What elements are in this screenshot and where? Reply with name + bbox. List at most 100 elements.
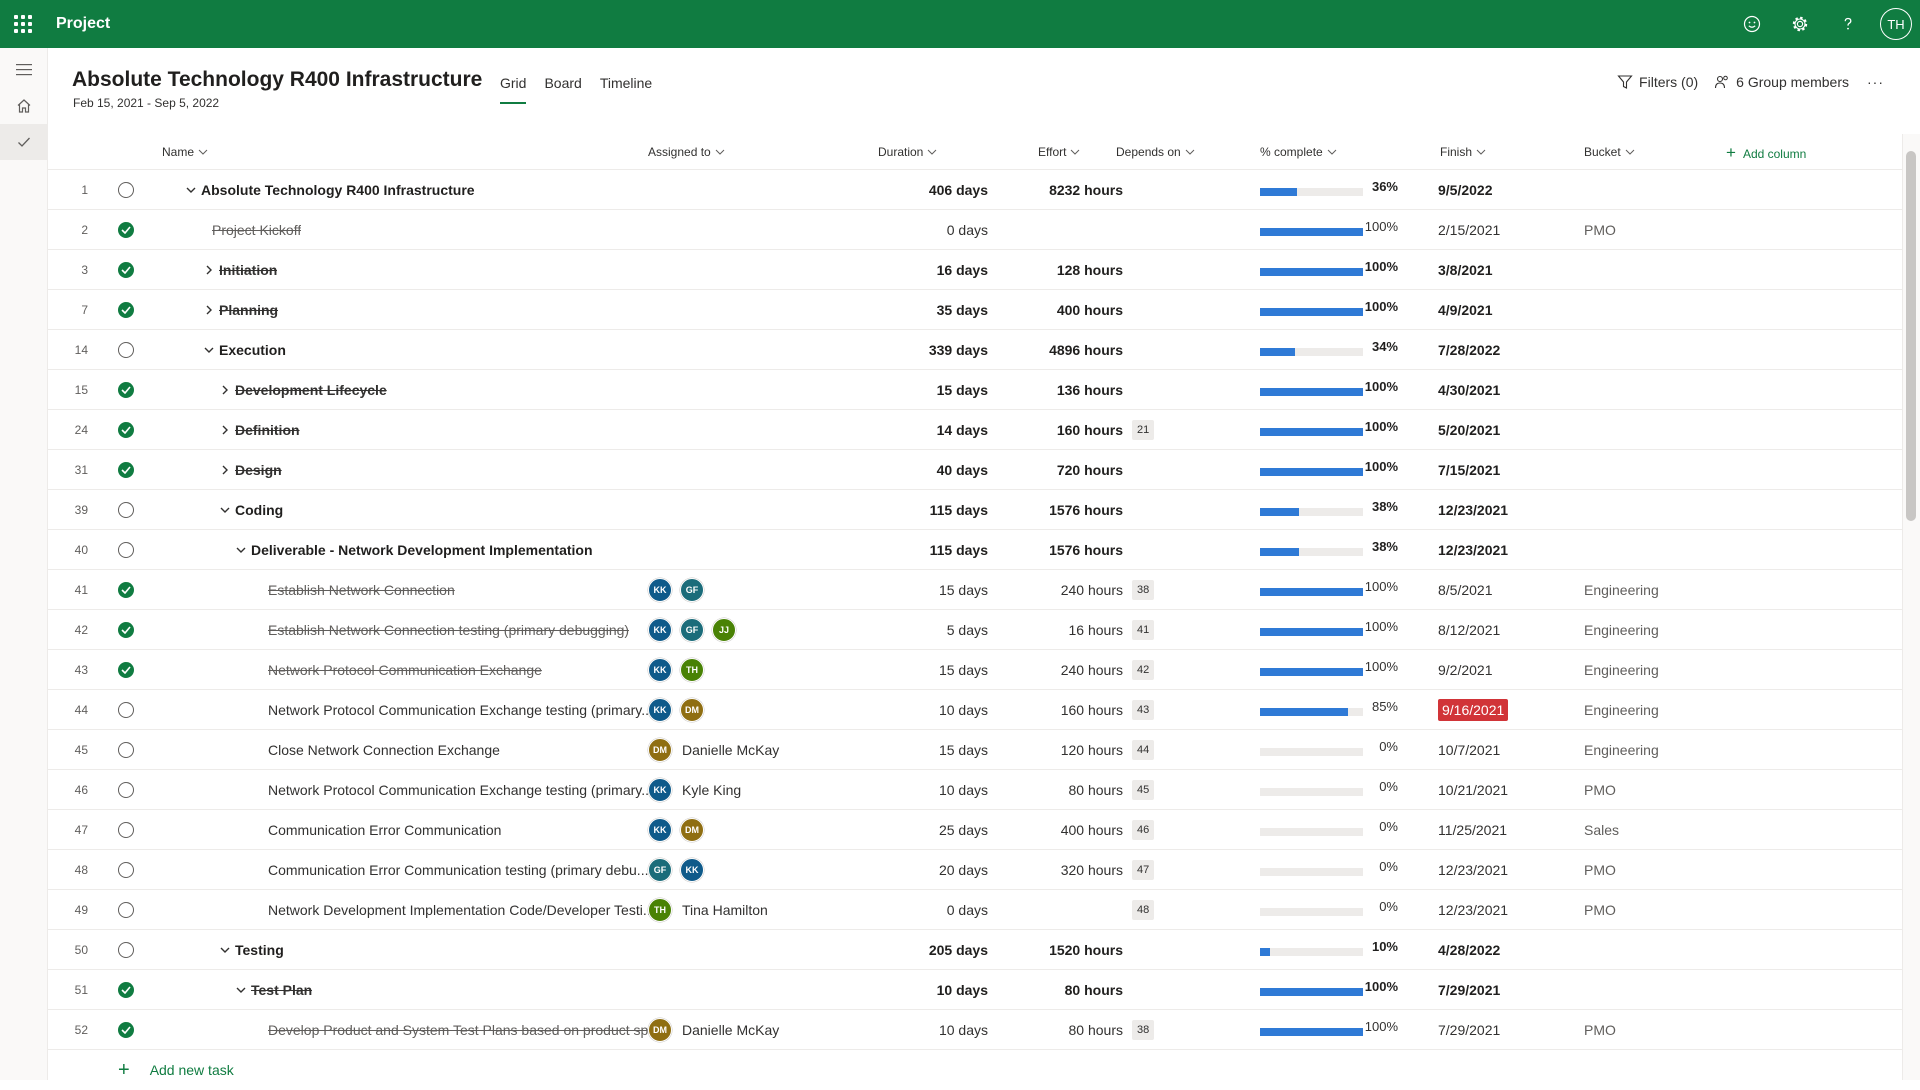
task-row[interactable]: 24 Definition 14 days 160 hours 21 100% 5/20/2… <box>48 410 1902 450</box>
assignee-avatar[interactable]: KK <box>648 778 672 802</box>
task-row[interactable]: 48 Communication Error Communication test… <box>48 850 1902 890</box>
chevron-right-icon[interactable] <box>218 385 232 395</box>
chevron-down-icon[interactable] <box>218 507 232 513</box>
tab-timeline[interactable]: Timeline <box>591 74 661 104</box>
duration-cell[interactable]: 16 days <box>868 250 988 290</box>
completed-check-icon[interactable] <box>116 650 136 690</box>
effort-cell[interactable]: 1576 hours <box>1008 490 1123 530</box>
depends-cell[interactable] <box>1118 370 1178 410</box>
tab-grid[interactable]: Grid <box>491 74 535 104</box>
chevron-down-icon[interactable] <box>234 987 248 993</box>
task-row[interactable]: 43 Network Protocol Communication Exchang… <box>48 650 1902 690</box>
task-name-cell[interactable]: Develop Product and System Test Plans ba… <box>268 1010 698 1050</box>
finish-cell[interactable]: 9/16/2021 <box>1438 690 1578 730</box>
bucket-cell[interactable]: Engineering <box>1584 730 1724 770</box>
task-name-cell[interactable]: Close Network Connection Exchange <box>268 730 698 770</box>
assignee-avatar[interactable]: JJ <box>712 618 736 642</box>
task-name-cell[interactable]: Project Kickoff <box>212 210 698 250</box>
task-name-cell[interactable]: Testing <box>218 930 698 970</box>
depends-cell[interactable]: 47 <box>1118 850 1178 890</box>
assigned-cell[interactable] <box>648 450 868 490</box>
depends-cell[interactable]: 46 <box>1118 810 1178 850</box>
column-header-bucket[interactable]: Bucket <box>1584 145 1635 159</box>
effort-cell[interactable]: 400 hours <box>1008 290 1123 330</box>
assigned-cell[interactable]: DM Danielle McKay <box>648 730 868 770</box>
duration-cell[interactable]: 35 days <box>868 290 988 330</box>
bucket-cell[interactable]: PMO <box>1584 1010 1724 1050</box>
bucket-cell[interactable] <box>1584 330 1724 370</box>
depends-cell[interactable] <box>1118 530 1178 570</box>
assigned-cell[interactable]: KK Kyle King <box>648 770 868 810</box>
complete-toggle-circle[interactable] <box>116 890 136 930</box>
duration-cell[interactable]: 10 days <box>868 690 988 730</box>
depends-cell[interactable]: 45 <box>1118 770 1178 810</box>
settings-gear-icon[interactable] <box>1776 0 1824 48</box>
effort-cell[interactable]: 320 hours <box>1008 850 1123 890</box>
effort-cell[interactable]: 16 hours <box>1008 610 1123 650</box>
duration-cell[interactable]: 15 days <box>868 570 988 610</box>
task-row[interactable]: 49 Network Development Implementation Cod… <box>48 890 1902 930</box>
task-row[interactable]: 2 Project Kickoff 0 days 100% 2/15/2021 PMO <box>48 210 1902 250</box>
completed-check-icon[interactable] <box>116 610 136 650</box>
bucket-cell[interactable]: PMO <box>1584 850 1724 890</box>
task-name-cell[interactable]: Network Protocol Communication Exchange … <box>268 690 698 730</box>
help-icon[interactable] <box>1824 0 1872 48</box>
depends-cell[interactable] <box>1118 930 1178 970</box>
finish-cell[interactable]: 4/30/2021 <box>1438 370 1578 410</box>
depends-cell[interactable] <box>1118 250 1178 290</box>
task-name-cell[interactable]: Coding <box>218 490 698 530</box>
assignee-avatar[interactable]: KK <box>648 618 672 642</box>
effort-cell[interactable]: 80 hours <box>1008 970 1123 1010</box>
task-row[interactable]: 1 Absolute Technology R400 Infrastructure… <box>48 170 1902 210</box>
finish-cell[interactable]: 12/23/2021 <box>1438 530 1578 570</box>
effort-cell[interactable]: 240 hours <box>1008 570 1123 610</box>
task-name-cell[interactable]: Test Plan <box>234 970 698 1010</box>
assigned-cell[interactable] <box>648 250 868 290</box>
depends-cell[interactable] <box>1118 970 1178 1010</box>
bucket-cell[interactable]: PMO <box>1584 770 1724 810</box>
app-launcher-icon[interactable] <box>0 0 46 48</box>
duration-cell[interactable]: 406 days <box>868 170 988 210</box>
task-name-cell[interactable]: Absolute Technology R400 Infrastructure <box>184 170 698 210</box>
assigned-cell[interactable]: TH Tina Hamilton <box>648 890 868 930</box>
task-row[interactable]: 46 Network Protocol Communication Exchang… <box>48 770 1902 810</box>
bucket-cell[interactable]: PMO <box>1584 890 1724 930</box>
task-row[interactable]: 3 Initiation 16 days 128 hours 100% 3/8/2021 <box>48 250 1902 290</box>
assigned-cell[interactable]: KK DM <box>648 690 868 730</box>
complete-toggle-circle[interactable] <box>116 490 136 530</box>
scrollbar-thumb[interactable] <box>1906 151 1916 521</box>
finish-cell[interactable]: 10/21/2021 <box>1438 770 1578 810</box>
effort-cell[interactable]: 8232 hours <box>1008 170 1123 210</box>
task-row[interactable]: 47 Communication Error Communication KK DM 2… <box>48 810 1902 850</box>
finish-cell[interactable]: 9/2/2021 <box>1438 650 1578 690</box>
assigned-cell[interactable] <box>648 530 868 570</box>
duration-cell[interactable]: 115 days <box>868 530 988 570</box>
effort-cell[interactable] <box>1008 890 1123 930</box>
column-header-name[interactable]: Name <box>162 145 208 159</box>
add-column-button[interactable]: + Add column <box>1726 143 1806 163</box>
completed-check-icon[interactable] <box>116 410 136 450</box>
effort-cell[interactable]: 128 hours <box>1008 250 1123 290</box>
completed-check-icon[interactable] <box>116 290 136 330</box>
bucket-cell[interactable]: PMO <box>1584 210 1724 250</box>
column-header-assigned[interactable]: Assigned to <box>648 145 725 159</box>
column-header-depends[interactable]: Depends on <box>1116 145 1195 159</box>
bucket-cell[interactable] <box>1584 290 1724 330</box>
chevron-right-icon[interactable] <box>202 265 216 275</box>
chevron-down-icon[interactable] <box>218 947 232 953</box>
complete-toggle-circle[interactable] <box>116 330 136 370</box>
assigned-cell[interactable] <box>648 490 868 530</box>
task-name-cell[interactable]: Communication Error Communication testin… <box>268 850 698 890</box>
assigned-cell[interactable]: KK TH <box>648 650 868 690</box>
column-header-duration[interactable]: Duration <box>878 145 937 159</box>
bucket-cell[interactable] <box>1584 530 1724 570</box>
bucket-cell[interactable]: Sales <box>1584 810 1724 850</box>
duration-cell[interactable]: 339 days <box>868 330 988 370</box>
effort-cell[interactable]: 720 hours <box>1008 450 1123 490</box>
assigned-cell[interactable] <box>648 410 868 450</box>
task-row[interactable]: 15 Development Lifecycle 15 days 136 hours 1… <box>48 370 1902 410</box>
task-name-cell[interactable]: Execution <box>202 330 698 370</box>
complete-toggle-circle[interactable] <box>116 730 136 770</box>
duration-cell[interactable]: 115 days <box>868 490 988 530</box>
bucket-cell[interactable]: Engineering <box>1584 570 1724 610</box>
